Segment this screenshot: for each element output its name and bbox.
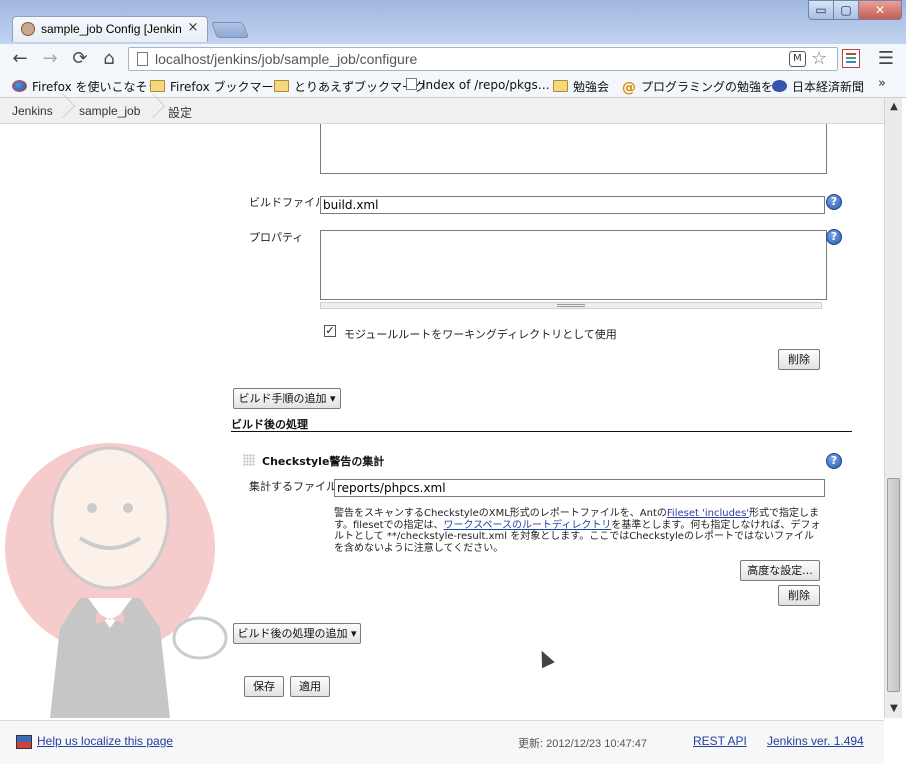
section-divider [231, 431, 852, 432]
page-icon [406, 78, 417, 90]
folder-icon [150, 80, 165, 92]
back-icon[interactable]: ← [8, 48, 32, 70]
bookmark-item[interactable]: 勉強会 [553, 78, 609, 94]
properties-label: プロパティ [249, 231, 304, 244]
extension-icon[interactable]: M [789, 51, 806, 67]
breadcrumb-separator [58, 98, 68, 123]
home-icon[interactable]: ⌂ [97, 48, 121, 70]
jenkins-version-link[interactable]: Jenkins ver. 1.494 [767, 734, 864, 748]
breadcrumb-separator [148, 98, 158, 123]
maximize-button[interactable]: ▢ [833, 0, 859, 20]
new-tab-button[interactable] [211, 22, 249, 38]
build-file-input[interactable]: build.xml [320, 196, 825, 214]
localize-link[interactable]: Help us localize this page [37, 734, 173, 748]
use-module-root-label: モジュールルートをワーキングディレクトリとして使用 [344, 328, 617, 341]
bookmarks-bar: Firefox を使いこなそう Firefox ブックマーク とりあえずブックマ… [0, 74, 906, 98]
vertical-scrollbar[interactable]: ▲ ▼ [884, 98, 902, 718]
help-icon[interactable]: ? [826, 453, 842, 469]
folder-icon [274, 80, 289, 92]
address-bar[interactable]: localhost/jenkins/job/sample_job/configu… [128, 47, 838, 71]
add-post-build-button[interactable]: ビルド後の処理の追加 ▾ [233, 623, 361, 644]
bookmarks-more-icon[interactable]: » [878, 76, 886, 91]
forward-icon[interactable]: → [38, 48, 62, 70]
breadcrumb-jenkins[interactable]: Jenkins [12, 104, 53, 118]
title-bar: sample_job Config [Jenkins] × ▭ ▢ ✕ [0, 0, 906, 44]
post-build-section-title: ビルド後の処理 [231, 418, 308, 431]
jenkins-favicon-icon [21, 22, 35, 36]
workspace-root-link[interactable]: ワークスペースのルートディレクトリ [444, 520, 612, 531]
help-icon[interactable]: ? [826, 229, 842, 245]
breadcrumb: Jenkins sample_job 設定 [0, 98, 884, 124]
bookmark-item[interactable]: Firefox を使いこなそう [12, 78, 160, 94]
properties-textarea[interactable] [320, 230, 827, 300]
at-icon: @ [622, 80, 636, 96]
bookmark-item[interactable]: Firefox ブックマーク [150, 78, 286, 94]
page-icon [137, 52, 148, 66]
add-build-step-button[interactable]: ビルド手順の追加 ▾ [233, 388, 341, 409]
bookmark-item[interactable]: とりあえずブックマーク [274, 78, 426, 94]
advanced-settings-button[interactable]: 高度な設定... [740, 560, 820, 581]
tab-close-icon[interactable]: × [185, 20, 201, 38]
breadcrumb-configure[interactable]: 設定 [168, 104, 192, 121]
bookmark-item[interactable]: @ プログラミングの勉強を… [622, 78, 785, 96]
drag-handle-icon[interactable] [243, 454, 255, 466]
minimize-button[interactable]: ▭ [808, 0, 834, 20]
breadcrumb-job[interactable]: sample_job [79, 104, 140, 118]
jenkins-mascot-icon [5, 443, 228, 718]
tab-title: sample_job Config [Jenkins] [41, 22, 181, 36]
menu-icon[interactable]: ☰ [876, 48, 896, 69]
delete-build-step-button[interactable]: 削除 [778, 349, 820, 370]
delete-post-build-button[interactable]: 削除 [778, 585, 820, 606]
rest-api-link[interactable]: REST API [693, 734, 747, 748]
page-footer: Help us localize this page 更新: 2012/12/2… [0, 720, 884, 764]
browser-toolbar: ← → ⟳ ⌂ localhost/jenkins/job/sample_job… [0, 44, 906, 74]
page-content: Jenkins sample_job 設定 ビルドファイル build.xml … [0, 98, 906, 768]
localize-icon [16, 735, 32, 749]
browser-window: sample_job Config [Jenkins] × ▭ ▢ ✕ ← → … [0, 0, 906, 768]
close-window-button[interactable]: ✕ [858, 0, 902, 20]
save-button[interactable]: 保存 [244, 676, 284, 697]
url-text[interactable]: localhost/jenkins/job/sample_job/configu… [155, 51, 417, 67]
reload-icon[interactable]: ⟳ [68, 48, 92, 70]
build-file-label: ビルドファイル [249, 196, 326, 209]
aggregate-file-input[interactable]: reports/phpcs.xml [334, 479, 825, 497]
folder-icon [553, 80, 568, 92]
browser-tab[interactable]: sample_job Config [Jenkins] × [12, 16, 208, 42]
use-module-root-checkbox[interactable]: ✓ [324, 325, 336, 337]
fileset-includes-link[interactable]: Fileset 'includes' [667, 508, 749, 519]
apply-button[interactable]: 適用 [290, 676, 330, 697]
bookmark-item[interactable]: 日本経済新聞 [772, 78, 864, 94]
checkstyle-title: Checkstyle警告の集計 [262, 455, 385, 468]
firefox-icon [12, 80, 27, 92]
extension-list-icon[interactable] [842, 49, 860, 68]
scroll-thumb[interactable] [887, 478, 900, 692]
previous-textarea[interactable] [320, 124, 827, 174]
mouse-cursor-icon [535, 647, 555, 669]
scroll-down-icon[interactable]: ▼ [887, 702, 901, 716]
textarea-resize-handle[interactable] [320, 302, 822, 309]
paw-icon [772, 80, 787, 92]
bookmark-star-icon[interactable]: ☆ [811, 48, 827, 69]
last-updated: 更新: 2012/12/23 10:47:47 [518, 738, 648, 750]
aggregate-file-label: 集計するファイル [249, 480, 337, 493]
bookmark-item[interactable]: Index of /repo/pkgs… [406, 78, 550, 94]
scroll-up-icon[interactable]: ▲ [887, 100, 901, 114]
checkstyle-description: 警告をスキャンするCheckstyleのXML形式のレポートファイルを、Antの… [334, 508, 821, 554]
help-icon[interactable]: ? [826, 194, 842, 210]
